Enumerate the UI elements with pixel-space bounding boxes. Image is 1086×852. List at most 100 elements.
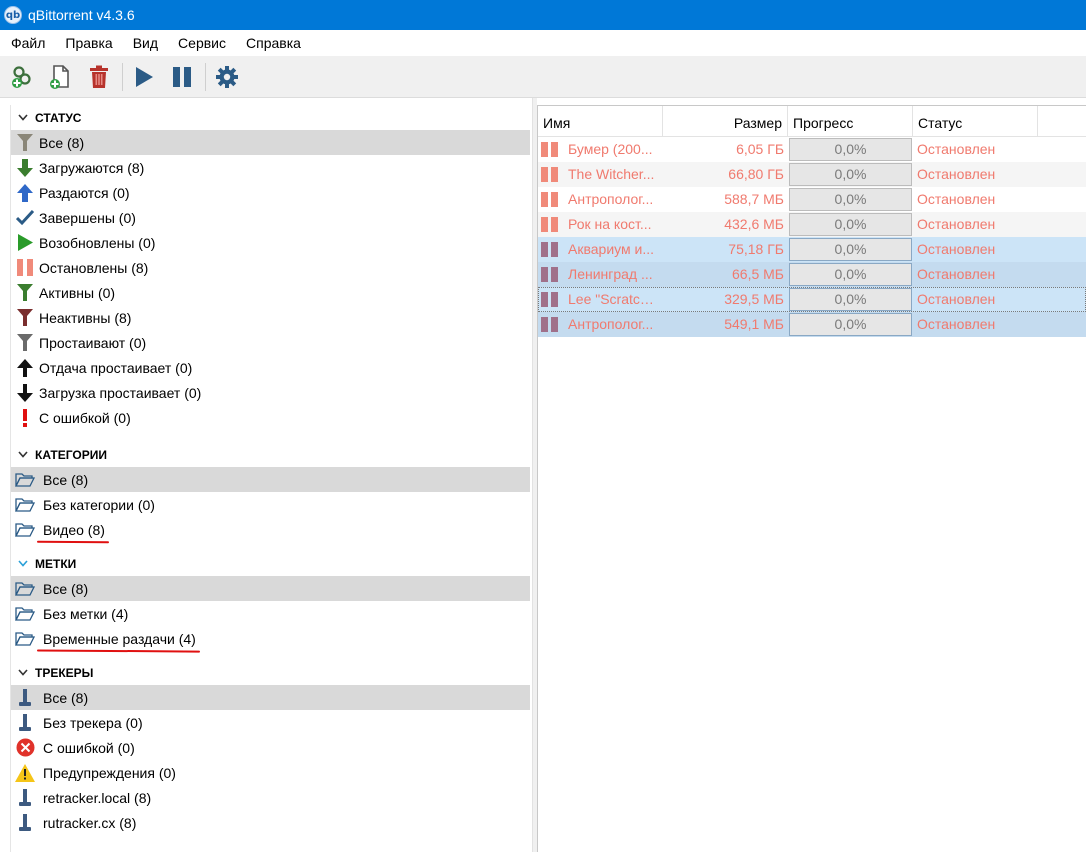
- torrent-row[interactable]: The Witcher... 66,80 ГБ 0,0% Остановлен: [538, 162, 1086, 187]
- resume-icon: [136, 66, 153, 87]
- status-filter-stalled[interactable]: Простаивают (0): [11, 330, 530, 355]
- tag-filter-untagged[interactable]: Без метки (4): [11, 601, 530, 626]
- progress-bar: 0,0%: [789, 138, 912, 161]
- torrent-status: Остановлен: [917, 141, 996, 157]
- add-torrent-file-button[interactable]: [46, 62, 76, 92]
- status-filter-seeding[interactable]: Раздаются (0): [11, 180, 530, 205]
- error-circle-icon: [15, 738, 35, 758]
- filter-label: Без метки (4): [43, 605, 129, 622]
- status-filter-stalled-downloading[interactable]: Загрузка простаивает (0): [11, 380, 530, 405]
- torrent-status: Остановлен: [917, 316, 996, 332]
- folder-icon: [15, 604, 35, 624]
- error-exclamation-icon: [15, 408, 35, 428]
- tracker-icon: [15, 713, 35, 733]
- tracker-filter-trackerless[interactable]: Без трекера (0): [11, 710, 530, 735]
- column-header-size[interactable]: Размер: [663, 106, 788, 137]
- tracker-filter-error[interactable]: С ошибкой (0): [11, 735, 530, 760]
- categories-section-header[interactable]: КАТЕГОРИИ: [11, 442, 530, 467]
- filter-label: Временные раздачи (4): [43, 630, 196, 647]
- filter-label: Раздаются (0): [39, 184, 130, 201]
- torrent-row-selected[interactable]: Ленинград ... 66,5 МБ 0,0% Остановлен: [538, 262, 1086, 287]
- tracker-filter-retracker-local[interactable]: retracker.local (8): [11, 785, 530, 810]
- stalled-upload-icon: [15, 358, 35, 378]
- tracker-filter-warning[interactable]: Предупреждения (0): [11, 760, 530, 785]
- filter-label: Простаивают (0): [39, 334, 147, 351]
- torrent-row-selected[interactable]: Антрополог... 549,1 МБ 0,0% Остановлен: [538, 312, 1086, 337]
- tag-filter-temporary[interactable]: Временные раздачи (4): [11, 626, 530, 651]
- options-button[interactable]: [212, 62, 242, 92]
- pause-button[interactable]: [167, 62, 197, 92]
- torrent-row-selected[interactable]: Lee "Scratch... 329,5 МБ 0,0% Остановлен: [538, 287, 1086, 312]
- pause-icon: [173, 66, 191, 87]
- filter-label: Загружаются (8): [39, 159, 145, 176]
- status-filter-errored[interactable]: С ошибкой (0): [11, 405, 530, 430]
- trackers-section-header[interactable]: ТРЕКЕРЫ: [11, 660, 530, 685]
- tracker-icon: [15, 813, 35, 833]
- play-icon: [15, 233, 35, 253]
- chevron-down-icon: [15, 669, 31, 676]
- tracker-filter-all[interactable]: Все (8): [11, 685, 530, 710]
- menu-view[interactable]: Вид: [123, 30, 168, 56]
- status-filter-active[interactable]: Активны (0): [11, 280, 530, 305]
- status-section-header[interactable]: СТАТУС: [11, 105, 530, 130]
- torrent-status: Остановлен: [917, 166, 996, 182]
- delete-torrent-button[interactable]: [84, 62, 114, 92]
- filter-label: Без трекера (0): [43, 714, 143, 731]
- menu-file[interactable]: Файл: [0, 30, 55, 56]
- upload-arrow-icon: [15, 183, 35, 203]
- filter-gray-icon: [15, 333, 35, 353]
- menu-edit[interactable]: Правка: [55, 30, 122, 56]
- torrent-name: Lee "Scratch...: [568, 291, 659, 307]
- column-header-status[interactable]: Статус: [913, 106, 1038, 137]
- folder-icon: [15, 495, 35, 515]
- category-filter-video[interactable]: Видео (8): [11, 517, 530, 542]
- chevron-down-icon: [15, 560, 31, 567]
- menu-bar: Файл Правка Вид Сервис Справка: [0, 30, 1086, 56]
- filter-label: rutracker.cx (8): [43, 814, 137, 831]
- status-filter-downloading[interactable]: Загружаются (8): [11, 155, 530, 180]
- add-torrent-link-button[interactable]: [8, 62, 38, 92]
- status-filter-paused[interactable]: Остановлены (8): [11, 255, 530, 280]
- section-title: КАТЕГОРИИ: [35, 447, 107, 462]
- status-filter-stalled-uploading[interactable]: Отдача простаивает (0): [11, 355, 530, 380]
- warning-icon: [15, 763, 35, 783]
- torrent-size: 66,80 ГБ: [728, 166, 784, 182]
- torrent-size: 66,5 МБ: [732, 266, 784, 282]
- torrent-row[interactable]: Антрополог... 588,7 МБ 0,0% Остановлен: [538, 187, 1086, 212]
- torrent-size: 329,5 МБ: [724, 291, 784, 307]
- status-filter-resumed[interactable]: Возобновлены (0): [11, 230, 530, 255]
- chevron-down-icon: [15, 451, 31, 458]
- filter-label: Активны (0): [39, 284, 116, 301]
- tag-filter-all[interactable]: Все (8): [11, 576, 530, 601]
- resume-button[interactable]: [129, 62, 159, 92]
- filter-red-icon: [15, 308, 35, 328]
- filter-label: Все (8): [39, 134, 85, 151]
- status-filter-all[interactable]: Все (8): [11, 130, 530, 155]
- category-filter-all[interactable]: Все (8): [11, 467, 530, 492]
- filter-label: Все (8): [43, 689, 89, 706]
- torrent-status: Остановлен: [917, 216, 996, 232]
- torrent-name: The Witcher...: [568, 166, 655, 182]
- status-filter-completed[interactable]: Завершены (0): [11, 205, 530, 230]
- folder-icon: [15, 629, 35, 649]
- torrent-row-selected[interactable]: Аквариум и... 75,18 ГБ 0,0% Остановлен: [538, 237, 1086, 262]
- menu-help[interactable]: Справка: [236, 30, 311, 56]
- torrent-list-header: Имя Размер Прогресс Статус: [538, 106, 1086, 137]
- folder-icon: [15, 520, 35, 540]
- filter-label: Все (8): [43, 471, 89, 488]
- category-filter-uncategorized[interactable]: Без категории (0): [11, 492, 530, 517]
- torrent-list: Имя Размер Прогресс Статус Бумер (200...…: [537, 105, 1086, 852]
- paused-state-icon: [541, 242, 561, 257]
- tags-section-header[interactable]: МЕТКИ: [11, 551, 530, 576]
- paused-state-icon: [541, 192, 561, 207]
- torrent-size: 549,1 МБ: [724, 316, 784, 332]
- column-header-progress[interactable]: Прогресс: [788, 106, 913, 137]
- menu-tools[interactable]: Сервис: [168, 30, 236, 56]
- progress-bar: 0,0%: [789, 313, 912, 336]
- torrent-row[interactable]: Рок на кост... 432,6 МБ 0,0% Остановлен: [538, 212, 1086, 237]
- torrent-row[interactable]: Бумер (200... 6,05 ГБ 0,0% Остановлен: [538, 137, 1086, 162]
- pause-icon: [15, 258, 35, 278]
- tracker-filter-rutracker[interactable]: rutracker.cx (8): [11, 810, 530, 835]
- status-filter-inactive[interactable]: Неактивны (8): [11, 305, 530, 330]
- column-header-name[interactable]: Имя: [538, 106, 663, 137]
